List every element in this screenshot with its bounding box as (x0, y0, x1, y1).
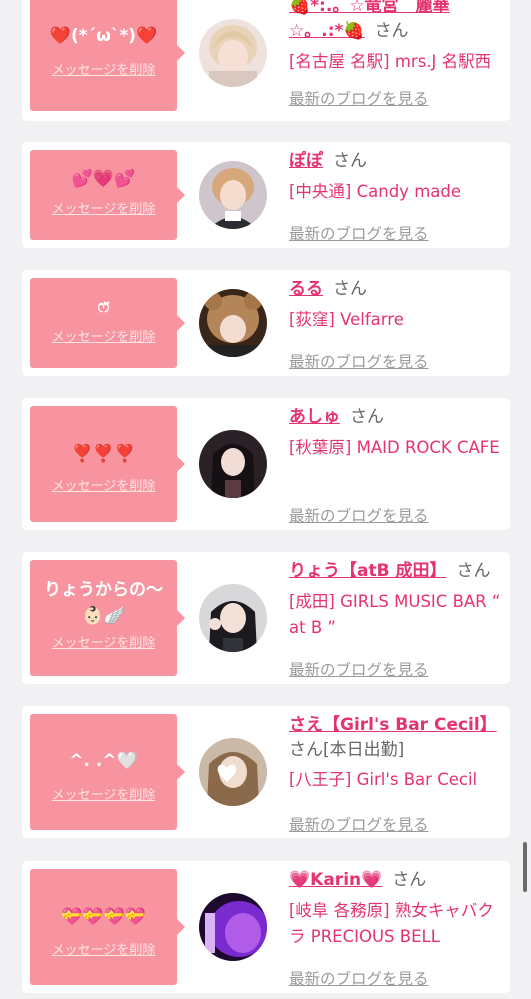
cast-name-link[interactable]: 💗Karin💗 (289, 870, 382, 890)
delete-message-link[interactable]: メッセージを削除 (30, 943, 177, 959)
latest-blog-link[interactable]: 最新のブログを見る (289, 351, 429, 373)
avatar[interactable] (199, 19, 267, 87)
name-line: ぽぽ さん (289, 149, 503, 174)
honorific: さん (456, 561, 491, 581)
latest-blog-link[interactable]: 最新のブログを見る (289, 659, 429, 681)
message-bubble: ^. .^🤍 メッセージを削除 (30, 714, 185, 830)
honorific: さん (350, 407, 384, 427)
delete-message-link[interactable]: メッセージを削除 (30, 63, 177, 79)
cast-info: ぽぽ さん [中央通] Candy made 最新のブログを見る (289, 149, 503, 243)
avatar[interactable] (199, 893, 267, 961)
name-line: さえ【Girl's Bar Cecil】 (289, 713, 503, 738)
shop-text: [成田] GIRLS MUSIC BAR “ at B ” (289, 592, 501, 637)
avatar[interactable] (199, 584, 267, 652)
message-bubble: 💝💝💝💝 メッセージを削除 (30, 869, 185, 985)
message-text: りょうからの〜👶🏻🪽 (44, 580, 163, 626)
message-bubble: ❣️❣️❣️ メッセージを削除 (30, 406, 185, 522)
message-card: ^. .^🤍 メッセージを削除 さえ【Girl's Bar Cecil】 さん[… (22, 706, 510, 838)
latest-blog-link[interactable]: 最新のブログを見る (289, 505, 429, 527)
shop-text: [岐阜 各務原] 熟女キャバクラ PRECIOUS BELL (289, 901, 494, 946)
name-line: りょう【atB 成田】 さん (289, 559, 503, 584)
cast-name-link[interactable]: るる (289, 279, 323, 299)
honorific: さん (374, 21, 409, 41)
delete-message-link[interactable]: メッセージを削除 (30, 636, 177, 652)
message-card: 💕💗💕 メッセージを削除 ぽぽ さん [中央通] Candy made 最新のブロ… (22, 142, 510, 248)
cast-info: 🍓*:.。☆竜宮 麗華☆。.:*🍓 さん [名古屋 名駅] mrs.J 名駅西 最… (289, 0, 503, 108)
message-bubble: ❤️(*´ω`*)❤️ メッセージを削除 (30, 0, 185, 111)
latest-blog-link[interactable]: 最新のブログを見る (289, 223, 429, 245)
avatar[interactable] (199, 430, 267, 498)
delete-message-link[interactable]: メッセージを削除 (30, 330, 177, 346)
message-text: 💝💝💝💝 (61, 907, 146, 927)
message-text: ^. .^🤍 (69, 751, 138, 771)
cast-name-link[interactable]: りょう【atB 成田】 (289, 561, 446, 581)
name-line: るる さん (289, 277, 503, 302)
honorific: さん (333, 151, 367, 171)
message-bubble: 💕💗💕 メッセージを削除 (30, 150, 185, 240)
message-card: ❤️(*´ω`*)❤️ メッセージを削除 🍓*:.。☆竜宮 麗華☆。.:*🍓 さん… (22, 0, 510, 121)
avatar[interactable] (199, 289, 267, 357)
cast-name-link[interactable]: ぽぽ (289, 151, 323, 171)
avatar[interactable] (199, 161, 267, 229)
shop-text: [八王子] Girl's Bar Cecil (289, 770, 478, 789)
message-card: ❣️❣️❣️ メッセージを削除 あしゅ さん [秋葉原] MAID ROCK CA… (22, 398, 510, 530)
shop-text: [名古屋 名駅] mrs.J 名駅西 (289, 52, 492, 71)
message-card: 💝💝💝💝 メッセージを削除 💗Karin💗 さん [岐阜 各務原] 熟女キャバクラ… (22, 861, 510, 993)
message-text: ❣️❣️❣️ (71, 444, 136, 464)
cast-name-link[interactable]: あしゅ (289, 407, 340, 427)
honorific: さん (392, 870, 427, 890)
honorific: さん (289, 740, 323, 760)
name-line: 💗Karin💗 さん (289, 868, 503, 893)
cast-info: るる さん [荻窪] Velfarre 最新のブログを見る (289, 277, 503, 371)
cast-info: りょう【atB 成田】 さん [成田] GIRLS MUSIC BAR “ at … (289, 559, 503, 679)
delete-message-link[interactable]: メッセージを削除 (30, 788, 177, 804)
cast-name-link[interactable]: さえ【Girl's Bar Cecil】 (289, 715, 497, 735)
name-line: あしゅ さん (289, 405, 503, 430)
avatar[interactable] (199, 738, 267, 806)
message-text: ❤️(*´ω`*)❤️ (49, 26, 158, 46)
message-card: りょうからの〜👶🏻🪽 メッセージを削除 りょう【atB 成田】 さん [成田] G… (22, 552, 510, 684)
shop-text: [中央通] Candy made (289, 182, 462, 201)
latest-blog-link[interactable]: 最新のブログを見る (289, 814, 429, 836)
status-text: [本日出勤] (323, 740, 405, 760)
message-text: 💕💗💕 (71, 169, 136, 189)
latest-blog-link[interactable]: 最新のブログを見る (289, 968, 429, 990)
delete-message-link[interactable]: メッセージを削除 (30, 202, 177, 218)
message-bubble: りょうからの〜👶🏻🪽 メッセージを削除 (30, 560, 185, 676)
name-line: 🍓*:.。☆竜宮 麗華☆。.:*🍓 さん (289, 0, 503, 44)
cast-info: 💗Karin💗 さん [岐阜 各務原] 熟女キャバクラ PRECIOUS BELL… (289, 868, 503, 988)
message-text: ෆ̈ (97, 297, 110, 317)
latest-blog-link[interactable]: 最新のブログを見る (289, 88, 429, 110)
name-line-2: さん[本日出勤] (289, 738, 503, 763)
delete-message-link[interactable]: メッセージを削除 (30, 479, 177, 495)
scrollbar-thumb[interactable] (523, 842, 527, 892)
shop-text: [秋葉原] MAID ROCK CAFE (289, 438, 500, 457)
message-bubble: ෆ̈ メッセージを削除 (30, 278, 185, 368)
message-card: ෆ̈ メッセージを削除 るる さん [荻窪] Velfarre 最新のブログを見る (22, 270, 510, 376)
cast-name-link[interactable]: 🍓*:.。☆竜宮 麗華☆。.:*🍓 (289, 0, 450, 41)
honorific: さん (333, 279, 367, 299)
shop-text: [荻窪] Velfarre (289, 310, 404, 329)
cast-info: さえ【Girl's Bar Cecil】 さん[本日出勤] [八王子] Girl… (289, 713, 503, 834)
cast-info: あしゅ さん [秋葉原] MAID ROCK CAFE 最新のブログを見る (289, 405, 503, 525)
